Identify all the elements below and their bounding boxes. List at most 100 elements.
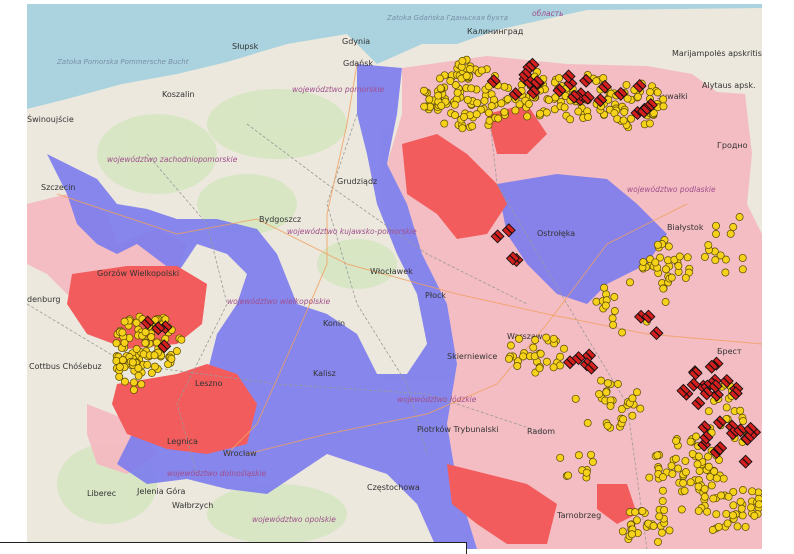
- yellow-circle-icon: [750, 511, 759, 520]
- city-bydgoszcz: Bydgoszcz: [259, 215, 301, 224]
- yellow-circle-icon: [466, 65, 474, 74]
- region-pomorskie: województwo pomorskie: [292, 85, 385, 94]
- yellow-circle-icon: [451, 111, 459, 120]
- yellow-circle-icon: [738, 511, 747, 520]
- city-warszawa: Warszawa: [507, 332, 547, 341]
- yellow-circle-icon: [595, 390, 604, 399]
- yellow-circle-icon: [707, 481, 716, 490]
- city-piotrkow: Piotrków Trybunalski: [417, 424, 499, 434]
- yellow-circle-icon: [719, 474, 728, 483]
- yellow-circle-icon: [639, 258, 648, 266]
- region-lodzkie: województwo łódzkie: [397, 395, 477, 404]
- city-plock: Płock: [425, 291, 446, 300]
- yellow-circle-icon: [480, 96, 489, 105]
- yellow-circle-icon: [513, 362, 522, 370]
- yellow-circle-icon: [608, 314, 617, 323]
- yellow-circle-icon: [440, 119, 449, 128]
- city-grodno: Гродно: [717, 141, 748, 150]
- yellow-circle-icon: [633, 388, 641, 397]
- yellow-circle-icon: [681, 273, 690, 282]
- yellow-circle-icon: [463, 95, 472, 104]
- yellow-circle-icon: [658, 528, 666, 537]
- yellow-circle-icon: [655, 512, 664, 521]
- yellow-circle-icon: [649, 521, 658, 530]
- yellow-circle-icon: [695, 467, 704, 475]
- city-kaliningrad: Калининград: [467, 27, 524, 36]
- yellow-circle-icon: [434, 91, 443, 100]
- yellow-circle-icon: [664, 242, 673, 251]
- yellow-circle-icon: [556, 453, 565, 462]
- yellow-circle-icon: [610, 293, 619, 301]
- yellow-circle-icon: [619, 415, 628, 424]
- yellow-circle-icon: [137, 380, 146, 389]
- yellow-circle-icon: [733, 522, 742, 531]
- yellow-circle-icon: [747, 503, 755, 512]
- yellow-circle-icon: [600, 283, 609, 292]
- yellow-circle-icon: [626, 278, 634, 287]
- yellow-circle-icon: [574, 107, 583, 116]
- city-label-area: область: [532, 9, 564, 18]
- yellow-circle-icon: [674, 261, 683, 270]
- yellow-circle-icon: [659, 284, 668, 293]
- yellow-circle-icon: [544, 95, 553, 104]
- yellow-circle-icon: [723, 519, 732, 528]
- city-wroclaw: Wrocław: [223, 449, 257, 458]
- map-canvas[interactable]: Zatoka Pomorska Pommersche Bucht Zatoka …: [27, 4, 762, 549]
- map-view[interactable]: Zatoka Pomorska Pommersche Bucht Zatoka …: [27, 4, 762, 549]
- yellow-circle-icon: [420, 86, 428, 95]
- yellow-circle-icon: [700, 492, 709, 501]
- yellow-circle-icon: [667, 461, 676, 470]
- city-legnica: Legnica: [167, 437, 198, 446]
- yellow-circle-icon: [500, 108, 509, 117]
- yellow-circle-icon: [134, 364, 143, 373]
- yellow-circle-icon: [735, 213, 744, 221]
- yellow-circle-icon: [645, 119, 654, 128]
- yellow-circle-icon: [560, 344, 568, 353]
- yellow-circle-icon: [523, 112, 532, 121]
- yellow-circle-icon: [524, 100, 533, 108]
- yellow-circle-icon: [120, 317, 129, 326]
- yellow-circle-icon: [129, 378, 138, 387]
- yellow-circle-icon: [487, 102, 496, 110]
- yellow-circle-icon: [638, 507, 647, 516]
- yellow-circle-icon: [601, 301, 610, 310]
- yellow-circle-icon: [703, 507, 712, 516]
- city-bialystok: Białystok: [667, 223, 704, 232]
- yellow-circle-icon: [755, 500, 762, 509]
- city-szczecin: Szczecin: [41, 183, 76, 192]
- yellow-circle-icon: [694, 506, 703, 515]
- yellow-circle-icon: [736, 406, 745, 415]
- yellow-circle-icon: [709, 494, 718, 503]
- yellow-circle-icon: [722, 403, 731, 412]
- city-marijampole: Marijampolės apskritis: [672, 49, 762, 58]
- yellow-circle-icon: [436, 84, 445, 93]
- yellow-circle-icon: [679, 479, 688, 488]
- sea-label-0: Zatoka Pomorska Pommersche Bucht: [56, 58, 189, 66]
- yellow-circle-icon: [587, 450, 595, 459]
- yellow-circle-icon: [658, 486, 667, 495]
- yellow-circle-icon: [535, 364, 544, 373]
- yellow-circle-icon: [653, 240, 662, 249]
- yellow-circle-icon: [583, 419, 592, 427]
- yellow-circle-icon: [618, 527, 627, 536]
- yellow-circle-icon: [134, 371, 143, 380]
- yellow-circle-icon: [115, 363, 124, 371]
- yellow-circle-icon: [519, 352, 528, 361]
- yellow-circle-icon: [574, 451, 583, 460]
- city-ostroleka: Ostrołęka: [537, 229, 575, 238]
- yellow-circle-icon: [700, 484, 709, 493]
- yellow-circle-icon: [542, 333, 551, 342]
- yellow-circle-icon: [435, 74, 444, 83]
- yellow-circle-icon: [636, 404, 645, 413]
- yellow-circle-icon: [477, 66, 486, 75]
- yellow-circle-icon: [667, 273, 676, 282]
- yellow-circle-icon: [729, 511, 737, 520]
- yellow-circle-icon: [453, 88, 462, 97]
- region-podlaskie: województwo podlaskie: [627, 185, 716, 194]
- yellow-circle-icon: [672, 436, 681, 445]
- yellow-circle-icon: [700, 252, 709, 261]
- yellow-circle-icon: [619, 116, 628, 125]
- yellow-circle-icon: [661, 298, 670, 306]
- region-opolskie: województwo opolskie: [252, 515, 336, 524]
- yellow-circle-icon: [141, 339, 150, 347]
